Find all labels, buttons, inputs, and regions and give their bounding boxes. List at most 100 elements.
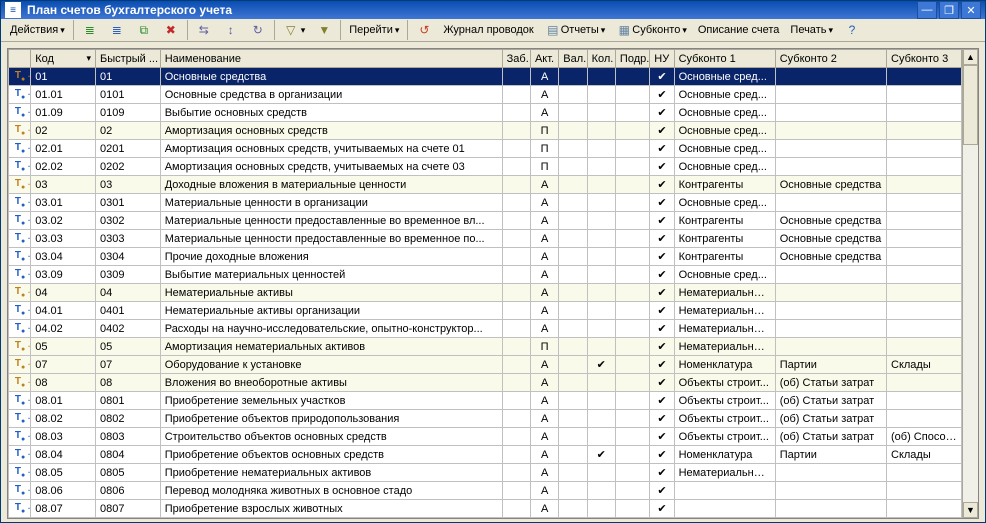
cell-name[interactable]: Материальные ценности в организации — [160, 194, 502, 212]
cell-sub3[interactable] — [887, 410, 962, 428]
col-podr[interactable]: Подр. — [615, 50, 649, 68]
scroll-track[interactable] — [963, 65, 978, 502]
cell-nu[interactable]: ✔ — [650, 356, 674, 374]
cell-kol[interactable] — [587, 140, 615, 158]
cell-sub1[interactable] — [674, 482, 775, 500]
cell-podr[interactable] — [615, 266, 649, 284]
accounts-grid[interactable]: Код ▾ Быстрый ... Наименование Заб. Акт.… — [8, 49, 962, 518]
cell-kol[interactable]: ✔ — [587, 446, 615, 464]
cell-podr[interactable] — [615, 230, 649, 248]
col-quick[interactable]: Быстрый ... — [95, 50, 160, 68]
cell-name[interactable]: Амортизация основных средств — [160, 122, 502, 140]
cell-sub2[interactable] — [775, 68, 886, 86]
cell-sub2[interactable]: Основные средства — [775, 230, 886, 248]
cell-quick[interactable]: 0804 — [95, 446, 160, 464]
cell-podr[interactable] — [615, 104, 649, 122]
cell-zab[interactable] — [502, 230, 530, 248]
cell-icon[interactable]: T● — [9, 104, 31, 122]
cell-quick[interactable]: 0806 — [95, 482, 160, 500]
copy-button[interactable]: ⧉ — [131, 19, 157, 41]
col-val[interactable]: Вал. — [559, 50, 587, 68]
table-row[interactable]: T●01.010101Основные средства в организац… — [9, 86, 962, 104]
cell-code[interactable]: 04 — [31, 284, 96, 302]
cell-nu[interactable]: ✔ — [650, 140, 674, 158]
delete-button[interactable]: ✖ — [158, 19, 184, 41]
cell-quick[interactable]: 0801 — [95, 392, 160, 410]
cell-podr[interactable] — [615, 338, 649, 356]
cell-name[interactable]: Приобретение взрослых животных — [160, 500, 502, 518]
cell-val[interactable] — [559, 122, 587, 140]
cell-akt[interactable]: А — [530, 194, 558, 212]
cell-kol[interactable] — [587, 392, 615, 410]
close-button[interactable]: ✕ — [961, 1, 981, 19]
cell-sub1[interactable]: Основные сред... — [674, 158, 775, 176]
cell-val[interactable] — [559, 140, 587, 158]
cell-sub2[interactable]: Партии — [775, 446, 886, 464]
cell-val[interactable] — [559, 248, 587, 266]
cell-val[interactable] — [559, 410, 587, 428]
cell-zab[interactable] — [502, 302, 530, 320]
cell-sub3[interactable]: Склады — [887, 446, 962, 464]
cell-nu[interactable]: ✔ — [650, 500, 674, 518]
cell-icon[interactable]: T● — [9, 266, 31, 284]
cell-sub1[interactable]: Номенклатура — [674, 356, 775, 374]
cell-nu[interactable]: ✔ — [650, 320, 674, 338]
col-sub3[interactable]: Субконто 3 — [887, 50, 962, 68]
col-name[interactable]: Наименование — [160, 50, 502, 68]
cell-podr[interactable] — [615, 428, 649, 446]
cell-zab[interactable] — [502, 140, 530, 158]
col-icon[interactable] — [9, 50, 31, 68]
cell-code[interactable]: 02.01 — [31, 140, 96, 158]
cell-name[interactable]: Перевод молодняка животных в основное ст… — [160, 482, 502, 500]
cell-kol[interactable] — [587, 284, 615, 302]
cell-name[interactable]: Амортизация основных средств, учитываемы… — [160, 140, 502, 158]
minimize-button[interactable]: — — [917, 1, 937, 19]
cell-podr[interactable] — [615, 212, 649, 230]
cell-zab[interactable] — [502, 122, 530, 140]
cell-akt[interactable]: А — [530, 212, 558, 230]
cell-sub3[interactable] — [887, 248, 962, 266]
goto-menu[interactable]: Перейти▾ — [344, 19, 404, 41]
cell-icon[interactable]: T● — [9, 374, 31, 392]
cell-kol[interactable] — [587, 176, 615, 194]
cell-icon[interactable]: T● — [9, 122, 31, 140]
cell-sub2[interactable] — [775, 158, 886, 176]
cell-icon[interactable]: T● — [9, 482, 31, 500]
cell-name[interactable]: Основные средства в организации — [160, 86, 502, 104]
cell-quick[interactable]: 0101 — [95, 86, 160, 104]
cell-icon[interactable]: T● — [9, 284, 31, 302]
table-row[interactable]: T●03.030303Материальные ценности предост… — [9, 230, 962, 248]
cell-sub1[interactable]: Контрагенты — [674, 212, 775, 230]
cell-code[interactable]: 08.03 — [31, 428, 96, 446]
cell-podr[interactable] — [615, 176, 649, 194]
cell-sub3[interactable] — [887, 212, 962, 230]
table-row[interactable]: T●04.020402Расходы на научно-исследовате… — [9, 320, 962, 338]
cell-quick[interactable]: 0302 — [95, 212, 160, 230]
cell-quick[interactable]: 0301 — [95, 194, 160, 212]
cell-zab[interactable] — [502, 212, 530, 230]
cell-nu[interactable]: ✔ — [650, 86, 674, 104]
cell-sub1[interactable]: Нематериальны... — [674, 464, 775, 482]
cell-sub1[interactable]: Основные сред... — [674, 194, 775, 212]
cell-val[interactable] — [559, 302, 587, 320]
cell-nu[interactable]: ✔ — [650, 482, 674, 500]
cell-kol[interactable] — [587, 428, 615, 446]
cell-akt[interactable]: А — [530, 230, 558, 248]
cell-sub2[interactable]: Основные средства — [775, 212, 886, 230]
clear-filter-button[interactable]: ▼ — [311, 19, 337, 41]
cell-val[interactable] — [559, 446, 587, 464]
cell-icon[interactable]: T● — [9, 320, 31, 338]
cell-zab[interactable] — [502, 68, 530, 86]
cell-podr[interactable] — [615, 248, 649, 266]
cell-nu[interactable]: ✔ — [650, 338, 674, 356]
cell-sub2[interactable]: Основные средства — [775, 176, 886, 194]
cell-akt[interactable]: А — [530, 284, 558, 302]
cell-icon[interactable]: T● — [9, 464, 31, 482]
cell-zab[interactable] — [502, 284, 530, 302]
cell-podr[interactable] — [615, 410, 649, 428]
cell-akt[interactable]: А — [530, 410, 558, 428]
cell-icon[interactable]: T● — [9, 392, 31, 410]
cell-akt[interactable]: А — [530, 464, 558, 482]
scroll-up-button[interactable]: ▲ — [963, 49, 978, 65]
cell-kol[interactable] — [587, 230, 615, 248]
